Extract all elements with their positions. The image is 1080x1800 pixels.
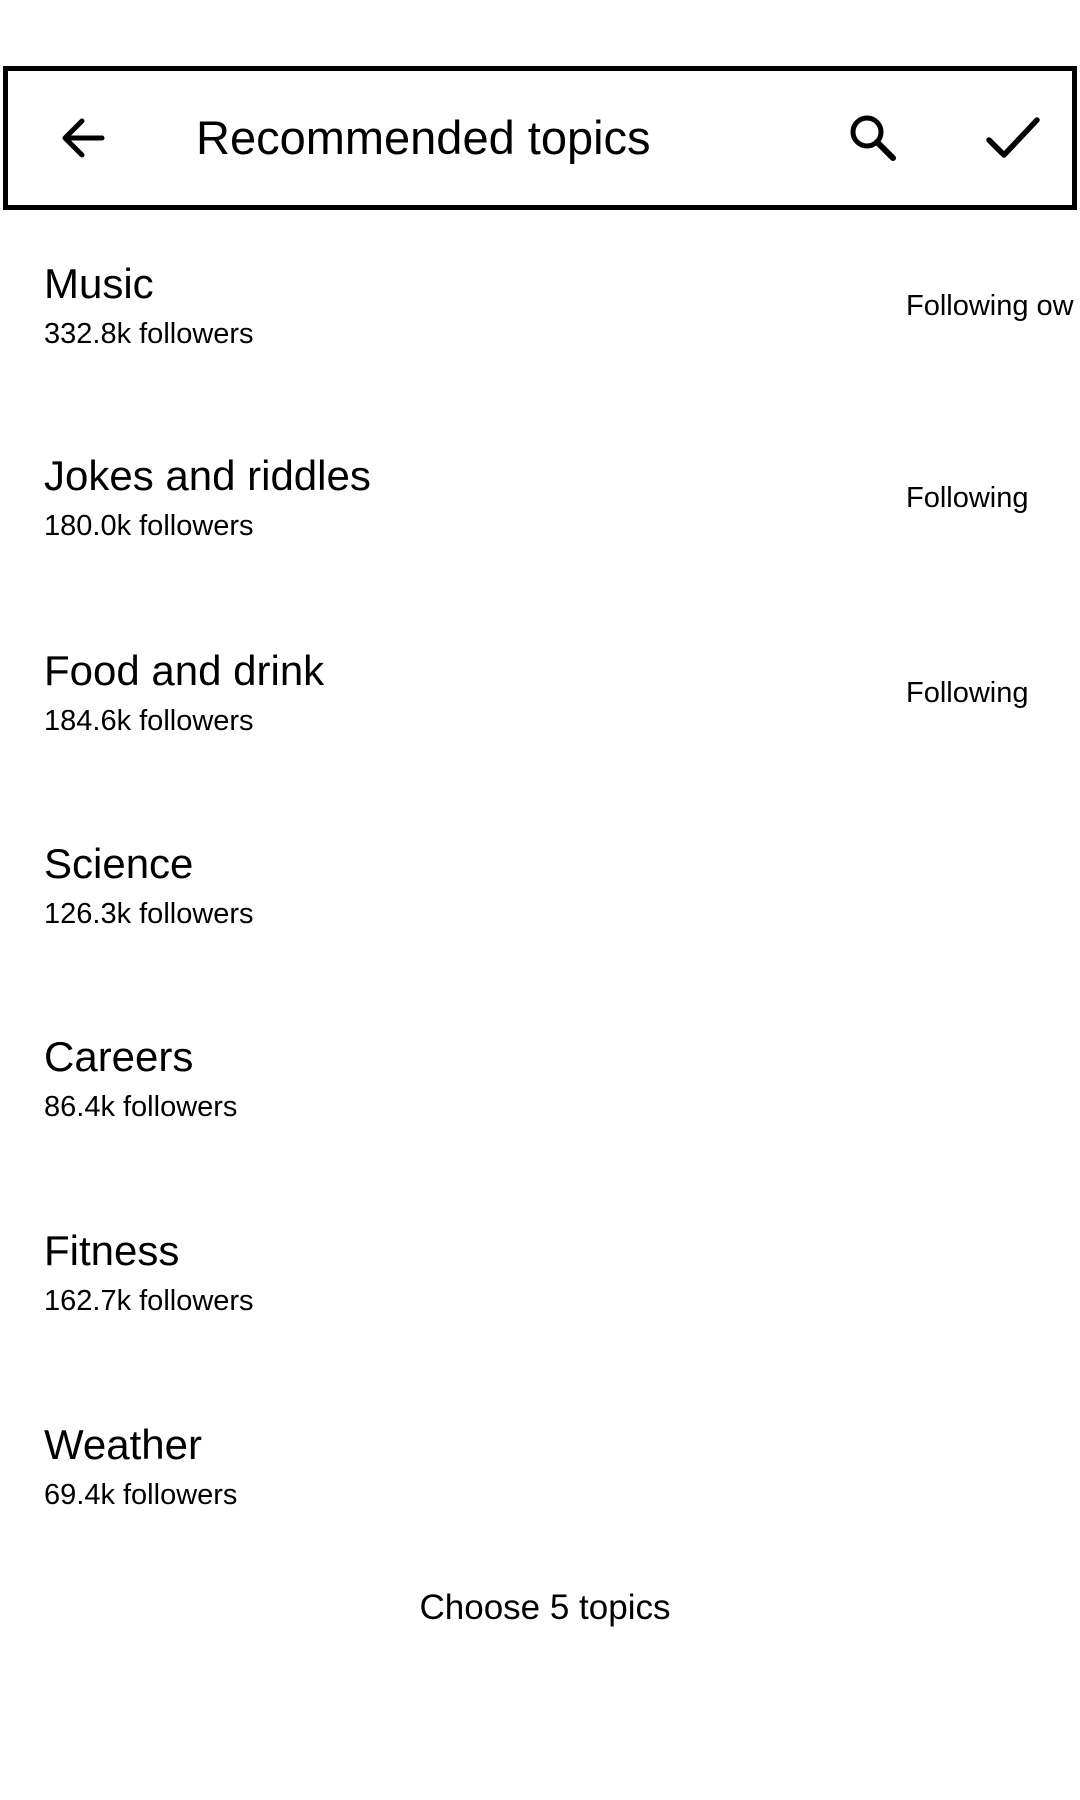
list-item[interactable]: Fitness 162.7k followers — [0, 1177, 1080, 1367]
choose-topics-hint: Choose 5 topics — [419, 1588, 671, 1627]
top-app-bar: Recommended topics — [3, 66, 1077, 210]
topic-followers: 86.4k followers — [44, 1091, 238, 1123]
topic-name: Music — [44, 260, 154, 307]
topic-name: Jokes and riddles — [44, 452, 371, 499]
list-item[interactable]: Jokes and riddles 180.0k followers Follo… — [0, 402, 1080, 592]
check-icon — [986, 117, 1040, 158]
topic-name: Food and drink — [44, 647, 325, 694]
follow-status[interactable]: Following — [906, 677, 1080, 710]
topic-followers: 184.6k followers — [44, 705, 254, 737]
arrow-left-icon — [62, 118, 105, 158]
list-item[interactable]: Science 126.3k followers — [0, 790, 1080, 980]
list-item[interactable]: Careers 86.4k followers — [0, 983, 1080, 1173]
topic-name: Fitness — [44, 1227, 180, 1274]
topic-followers: 180.0k followers — [44, 510, 254, 542]
search-button[interactable] — [828, 71, 918, 205]
done-button[interactable] — [963, 71, 1063, 205]
topic-name: Science — [44, 840, 194, 887]
list-item[interactable]: Weather 69.4k followers — [0, 1371, 1080, 1561]
back-button[interactable] — [38, 71, 128, 205]
topic-name: Careers — [44, 1033, 194, 1080]
topic-followers: 162.7k followers — [44, 1285, 254, 1317]
topic-name: Weather — [44, 1421, 202, 1468]
page-title: Recommended topics — [196, 111, 651, 164]
list-item[interactable]: Food and drink 184.6k followers Followin… — [0, 597, 1080, 787]
search-icon — [850, 115, 896, 161]
follow-status[interactable]: Following — [906, 482, 1080, 515]
topic-followers: 332.8k followers — [44, 318, 254, 350]
topic-followers: 126.3k followers — [44, 898, 254, 930]
topic-followers: 69.4k followers — [44, 1479, 238, 1511]
follow-status[interactable]: Following ow — [906, 290, 1080, 323]
list-item[interactable]: Music 332.8k followers Following ow — [0, 210, 1080, 400]
